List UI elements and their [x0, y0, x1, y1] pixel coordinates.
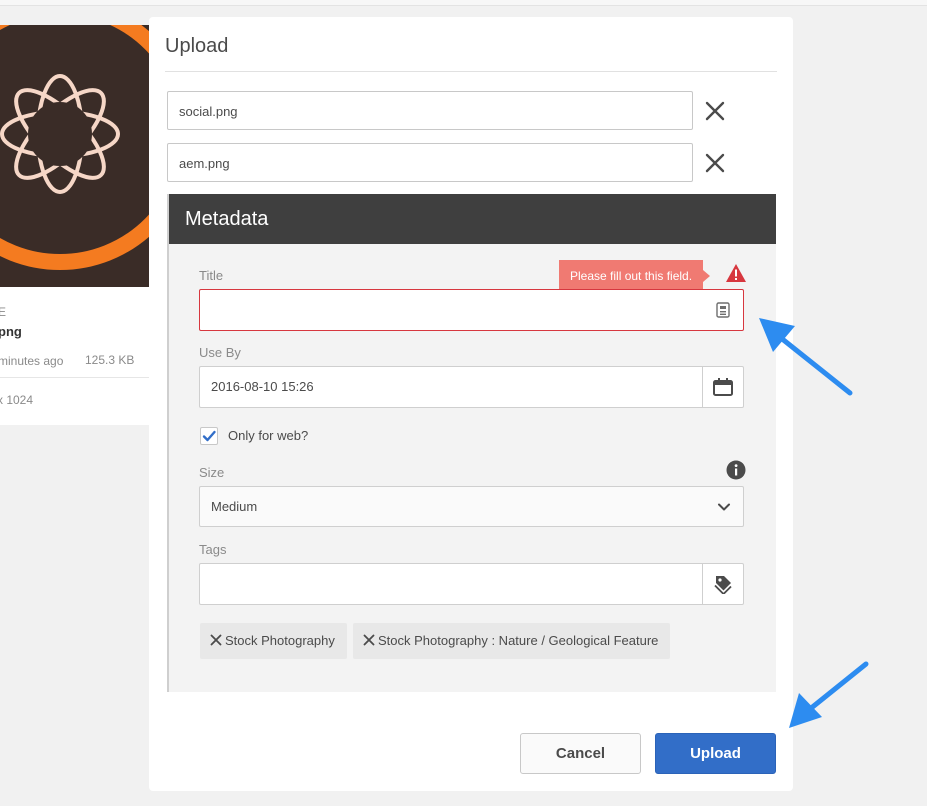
alert-icon [726, 264, 746, 282]
tooltip-arrow [703, 270, 711, 282]
validation-message: Please fill out this field. [570, 269, 693, 283]
checkmark-icon [202, 430, 216, 442]
size-label: Size [199, 465, 225, 480]
cancel-button[interactable]: Cancel [520, 733, 641, 774]
use-by-field[interactable]: 2016-08-10 15:26 [199, 366, 744, 408]
tag-chip[interactable]: Stock Photography : Nature / Geological … [353, 623, 671, 659]
validation-tooltip: Please fill out this field. [559, 260, 711, 292]
web-only-checkbox[interactable] [200, 427, 218, 445]
top-bar [0, 0, 927, 6]
annotation-arrow [789, 661, 869, 728]
upload-dialog: Upload social.png aem.png Metadata Title… [149, 17, 793, 791]
use-by-value: 2016-08-10 15:26 [211, 379, 314, 394]
divider [165, 71, 777, 72]
asset-size: 125.3 KB [85, 353, 135, 367]
document-icon [716, 302, 730, 318]
chevron-down-icon [718, 503, 730, 511]
tag-remove-icon[interactable] [363, 634, 375, 646]
tag-chip[interactable]: Stock Photography [200, 623, 347, 659]
file-row: aem.png [167, 143, 757, 183]
close-icon [705, 101, 725, 121]
background-asset-card[interactable]: E png minutes ago 125.3 KB x 1024 [0, 25, 149, 425]
dialog-title: Upload [165, 35, 229, 57]
metadata-header: Metadata [169, 194, 776, 244]
asset-modified: minutes ago [0, 354, 64, 368]
remove-file-button[interactable] [703, 151, 727, 175]
close-icon [705, 153, 725, 173]
size-select[interactable]: Medium [199, 486, 744, 527]
asset-name: png [0, 324, 22, 339]
asset-type: E [0, 305, 7, 319]
title-label: Title [199, 268, 224, 283]
calendar-icon [713, 378, 733, 396]
tag-remove-icon[interactable] [210, 634, 222, 646]
upload-button[interactable]: Upload [655, 733, 776, 774]
use-by-label: Use By [199, 345, 241, 360]
asset-thumbnail [0, 25, 149, 287]
aem-logo-icon [0, 25, 149, 287]
info-icon[interactable] [726, 460, 746, 480]
calendar-button[interactable] [702, 367, 743, 407]
tag-picker-button[interactable] [702, 564, 743, 604]
divider [0, 377, 149, 378]
tags-label: Tags [199, 542, 227, 557]
file-row: social.png [167, 91, 757, 131]
metadata-panel: Metadata Title Please fill out this fiel… [167, 194, 776, 692]
tag-label: Stock Photography : Nature / Geological … [378, 633, 659, 648]
size-value: Medium [211, 499, 258, 514]
tags-input[interactable] [199, 563, 744, 605]
file-name-field[interactable]: social.png [167, 91, 693, 130]
remove-file-button[interactable] [703, 99, 727, 123]
annotation-arrow [759, 318, 853, 396]
asset-dimensions: x 1024 [0, 393, 34, 407]
tag-label: Stock Photography [225, 633, 335, 648]
file-name-field[interactable]: aem.png [167, 143, 693, 182]
web-only-label: Only for web? [228, 428, 309, 443]
title-input[interactable] [199, 289, 744, 331]
tag-icon [714, 576, 732, 594]
